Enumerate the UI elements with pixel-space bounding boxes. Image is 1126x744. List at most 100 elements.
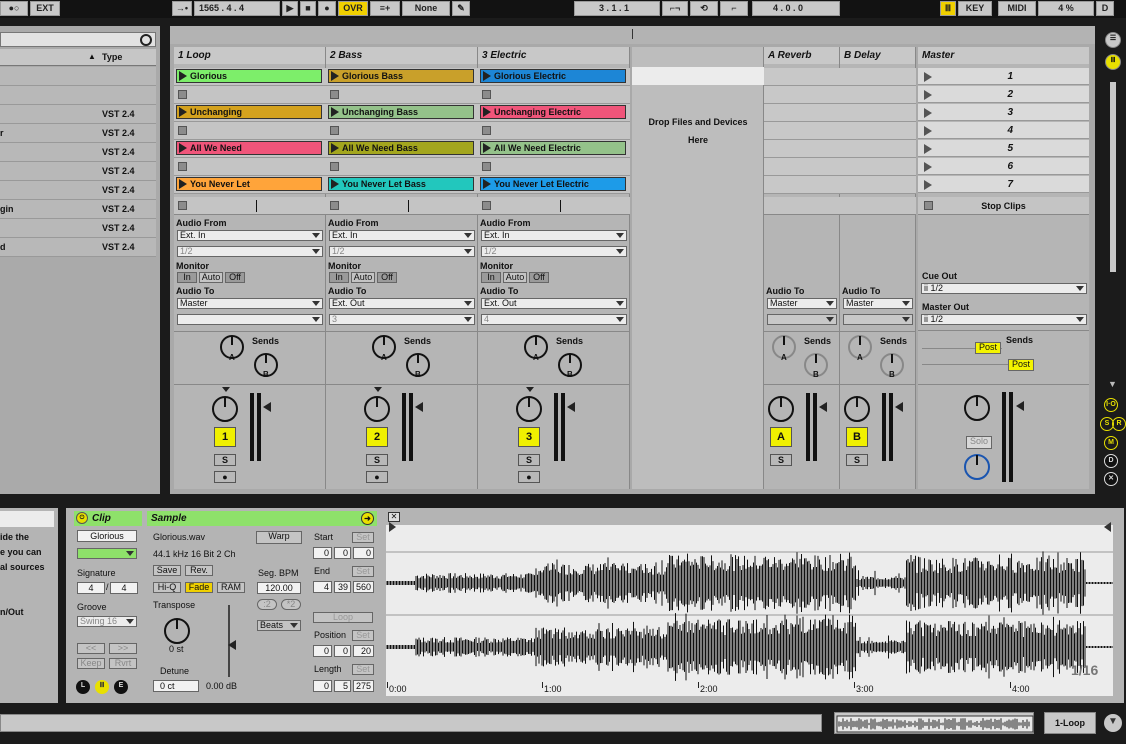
track-title[interactable]: 2 Bass — [326, 47, 478, 64]
audio-to-select[interactable]: Master — [177, 298, 323, 309]
scene-row[interactable]: 2 — [918, 86, 1089, 103]
browser-row[interactable]: VST 2.4 — [0, 181, 156, 200]
length-set-button[interactable]: Set — [352, 664, 374, 675]
session-view-icon[interactable]: ☰ — [1105, 32, 1121, 48]
clip-stop-button[interactable] — [178, 90, 187, 99]
return-activator-button[interactable]: B — [846, 427, 868, 447]
sample-edit-icon[interactable]: ➜ — [361, 512, 374, 525]
cue-volume-knob[interactable] — [964, 454, 990, 480]
cue-out-select[interactable]: ii 1/2 — [921, 283, 1087, 294]
warp-button[interactable]: Warp — [256, 531, 302, 544]
clip[interactable]: Unchanging — [176, 105, 322, 119]
clip-slot[interactable]: Glorious Electric — [478, 68, 630, 86]
master-solo-button[interactable]: Solo — [966, 436, 992, 449]
clip-activator-icon[interactable]: ⏻ — [76, 512, 88, 524]
automation-arm-icon[interactable]: ≡+ — [370, 1, 400, 16]
start-set-button[interactable]: Set — [352, 532, 374, 543]
key-map-button[interactable]: KEY — [958, 1, 992, 16]
halve-tempo-button[interactable]: :2 — [257, 599, 277, 610]
keep-button[interactable]: Keep — [77, 658, 105, 669]
seg-bpm-field[interactable]: 120.00 — [257, 582, 301, 594]
arm-button[interactable]: ● — [366, 471, 388, 483]
clip-launch-icon[interactable] — [331, 179, 339, 189]
clip-slot[interactable]: Unchanging Electric — [478, 104, 630, 122]
clip[interactable]: All We Need Electric — [480, 141, 626, 155]
clip-nav-prev[interactable]: << — [77, 643, 105, 654]
sample-box-icon[interactable]: Ⅲ — [95, 680, 109, 694]
clip-gain-handle-icon[interactable] — [228, 640, 236, 650]
return-track-title[interactable]: A Reverb — [764, 47, 840, 64]
clip-launch-icon[interactable] — [483, 71, 491, 81]
input-channel-select[interactable]: 1/2 — [481, 246, 627, 257]
arm-button[interactable]: ● — [518, 471, 540, 483]
track-stop-button[interactable] — [178, 201, 187, 210]
post-button-b[interactable]: Post — [1008, 359, 1034, 371]
monitor-in-button[interactable]: In — [177, 272, 197, 283]
song-position-display[interactable]: 1565 . 4 . 4 — [194, 1, 280, 16]
input-channel-select[interactable]: 1/2 — [329, 246, 475, 257]
end-field[interactable]: 4 — [313, 581, 332, 593]
end-set-button[interactable]: Set — [352, 566, 374, 577]
session-scrollbar[interactable] — [1110, 82, 1116, 272]
audio-to-select[interactable]: Ext. Out — [329, 298, 475, 309]
track-title[interactable]: 3 Electric — [478, 47, 630, 64]
returns-toggle-icon[interactable]: R — [1112, 417, 1126, 431]
scene-row[interactable]: 1 — [918, 68, 1089, 85]
overdub-button[interactable]: OVR — [338, 1, 368, 16]
clip-launch-icon[interactable] — [483, 107, 491, 117]
clip[interactable]: All We Need Bass — [328, 141, 474, 155]
clip-slot[interactable]: Glorious Bass — [326, 68, 478, 86]
return-volume-knob[interactable] — [844, 396, 870, 422]
return-solo-button[interactable]: S — [846, 454, 868, 466]
start-field[interactable]: 0 — [353, 547, 374, 559]
scene-row[interactable]: 5 — [918, 140, 1089, 157]
clip-launch-icon[interactable] — [331, 107, 339, 117]
zoom-icon[interactable]: ✕ — [388, 512, 400, 522]
monitor-in-button[interactable]: In — [329, 272, 349, 283]
clip[interactable]: You Never Let — [176, 177, 322, 191]
monitor-off-button[interactable]: Off — [529, 272, 549, 283]
return-track-title[interactable]: B Delay — [840, 47, 916, 64]
loop-start-display[interactable]: 3 . 1 . 1 — [574, 1, 660, 16]
scene-row[interactable]: 6 — [918, 158, 1089, 175]
signature-denominator[interactable]: 4 — [110, 582, 138, 594]
cpu-overview-strip[interactable] — [834, 712, 1034, 734]
clip[interactable]: Unchanging Bass — [328, 105, 474, 119]
warp-mode-select[interactable]: Beats — [257, 620, 301, 631]
crossfader-toggle-icon[interactable]: ✕ — [1104, 472, 1118, 486]
transpose-knob[interactable] — [164, 618, 190, 644]
clip-launch-icon[interactable] — [483, 179, 491, 189]
volume-knob[interactable] — [516, 396, 542, 422]
return-output-channel-select[interactable] — [767, 314, 837, 325]
scene-launch-icon[interactable] — [924, 72, 932, 82]
launch-box-icon[interactable]: L — [76, 680, 90, 694]
monitor-in-button[interactable]: In — [481, 272, 501, 283]
clip-slot[interactable]: All We Need Bass — [326, 140, 478, 158]
clip[interactable]: Unchanging Electric — [480, 105, 626, 119]
solo-button[interactable]: S — [518, 454, 540, 466]
return-activator-button[interactable]: A — [770, 427, 792, 447]
output-channel-select[interactable]: 3 — [329, 314, 475, 325]
scene-launch-icon[interactable] — [924, 108, 932, 118]
clip[interactable]: You Never Let Bass — [328, 177, 474, 191]
track-activator-button[interactable]: 3 — [518, 427, 540, 447]
track-stop-button[interactable] — [330, 201, 339, 210]
sort-arrow-icon[interactable]: ▲ — [88, 52, 96, 61]
input-channel-select[interactable]: 1/2 — [177, 246, 323, 257]
clip-slot[interactable]: You Never Let Bass — [326, 176, 478, 194]
clip-slot[interactable]: All We Need Electric — [478, 140, 630, 158]
punch-out-icon[interactable]: ⌐ — [720, 1, 748, 16]
link-toggle[interactable]: ●○ — [0, 1, 28, 16]
envelope-box-icon[interactable]: E — [114, 680, 128, 694]
scene-launch-icon[interactable] — [924, 180, 932, 190]
track-title[interactable]: 1 Loop — [174, 47, 326, 64]
loop-button[interactable]: Loop — [313, 612, 373, 623]
monitor-auto-button[interactable]: Auto — [503, 272, 527, 283]
type-column-header[interactable]: Type — [102, 52, 122, 62]
browser-row[interactable]: VST 2.4 — [0, 219, 156, 238]
end-field[interactable]: 39 — [334, 581, 351, 593]
scene-launch-icon[interactable] — [924, 126, 932, 136]
clip-stop-button[interactable] — [482, 90, 491, 99]
browser-row[interactable]: r VST 2.4 — [0, 124, 156, 143]
hotswap-icon[interactable] — [140, 34, 152, 46]
